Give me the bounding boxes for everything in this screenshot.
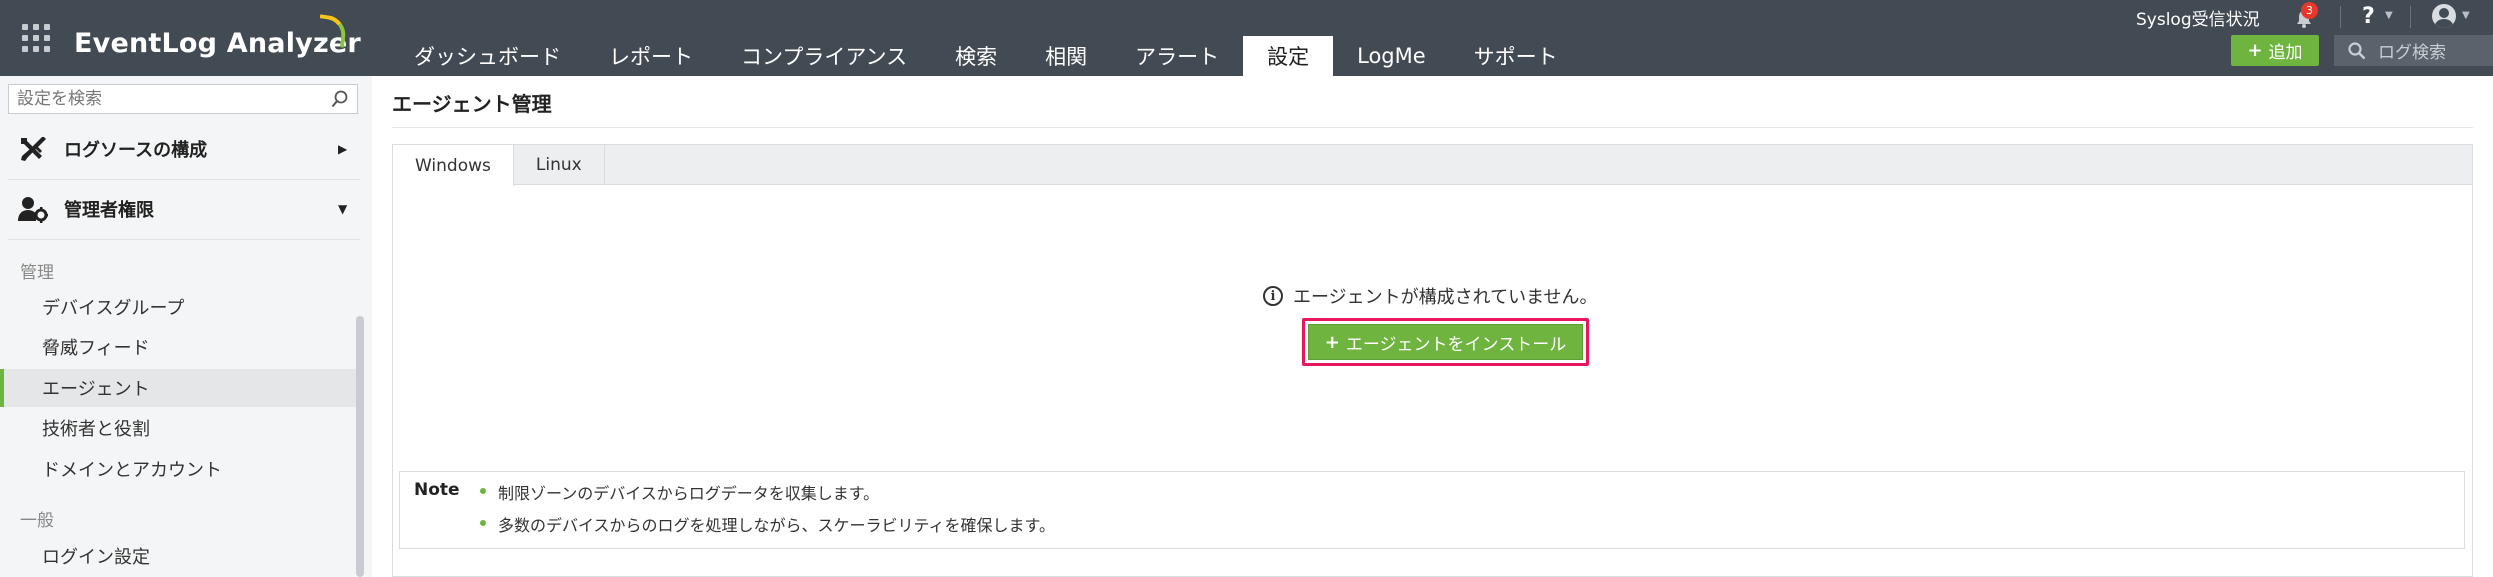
bullet-icon — [480, 488, 486, 494]
sidebar-item-domains-accounts[interactable]: ドメインとアカウント — [0, 450, 360, 488]
sidebar-section-log-sources[interactable]: ログソースの構成 ▶ — [0, 120, 360, 178]
add-button[interactable]: + 追加 — [2231, 35, 2319, 66]
settings-search-input[interactable] — [17, 89, 317, 109]
note-title: Note — [414, 480, 460, 500]
sidebar-item-technicians-roles[interactable]: 技術者と役割 — [0, 409, 360, 447]
empty-state-message: i エージェントが構成されていません。 — [1263, 283, 1598, 309]
search-icon[interactable] — [331, 90, 349, 108]
sidebar-item-login-settings[interactable]: ログイン設定 — [0, 537, 360, 575]
admin-gear-icon — [18, 197, 48, 223]
list-item: 多数のデバイスからのログを処理しながら、スケーラビリティを確保します。 — [480, 512, 1055, 544]
sidebar-section-label: 管理者権限 — [64, 200, 154, 221]
list-item: 制限ゾーンのデバイスからログデータを収集します。 — [480, 480, 1055, 512]
plus-icon: + — [2247, 40, 2263, 61]
divider — [8, 239, 360, 240]
main-nav: ダッシュボード レポート コンプライアンス 検索 相関 アラート 設定 LogM… — [390, 36, 1582, 76]
nav-tab-support[interactable]: サポート — [1450, 36, 1582, 76]
empty-state-text: エージェントが構成されていません。 — [1293, 287, 1598, 308]
os-tabs: Windows Linux — [393, 145, 2472, 186]
note-list: 制限ゾーンのデバイスからログデータを収集します。 多数のデバイスからのログを処理… — [480, 480, 1055, 544]
sidebar-item-device-groups[interactable]: デバイスグループ — [0, 288, 360, 326]
tab-windows[interactable]: Windows — [393, 145, 514, 186]
nav-tab-reports[interactable]: レポート — [585, 36, 717, 76]
sidebar-section-label: ログソースの構成 — [64, 140, 208, 161]
divider — [2410, 6, 2411, 28]
nav-tab-alerts[interactable]: アラート — [1111, 36, 1243, 76]
sidebar-group-general: 一般 — [20, 511, 54, 531]
log-search-label: ログ検索 — [2378, 43, 2446, 63]
tab-linux[interactable]: Linux — [514, 145, 605, 185]
syslog-status-link[interactable]: Syslog受信状況 — [2136, 5, 2260, 30]
install-agent-label: エージェントをインストール — [1345, 334, 1567, 355]
sidebar-group-manage: 管理 — [20, 263, 54, 283]
nav-tab-search[interactable]: 検索 — [931, 36, 1021, 76]
app-grid-icon[interactable] — [22, 24, 50, 52]
sidebar-section-admin[interactable]: 管理者権限 ▼ — [0, 180, 360, 238]
sidebar-item-agents[interactable]: エージェント — [0, 369, 360, 407]
nav-tab-settings[interactable]: 設定 — [1243, 36, 1334, 76]
notification-badge: 3 — [2301, 2, 2318, 19]
sidebar-item-threat-feeds[interactable]: 脅威フィード — [0, 328, 360, 366]
divider — [2340, 6, 2341, 28]
nav-tab-dashboard[interactable]: ダッシュボード — [390, 36, 585, 76]
brand-swoosh-icon — [316, 14, 348, 48]
sidebar-scrollbar[interactable] — [356, 316, 364, 577]
page-title: エージェント管理 — [392, 92, 552, 116]
install-button-highlight: + エージェントをインストール — [1302, 318, 1589, 366]
chevron-down-icon: ▼ — [2385, 10, 2393, 21]
top-bar: EventLog Analyzer ダッシュボード レポート コンプライアンス … — [0, 0, 2493, 76]
plus-icon: + — [1324, 331, 1340, 353]
chevron-down-icon: ▼ — [2462, 10, 2470, 21]
bullet-icon — [480, 520, 486, 526]
nav-tab-logme[interactable]: LogMe — [1333, 36, 1450, 76]
tools-icon — [21, 137, 46, 161]
nav-tab-correlation[interactable]: 相関 — [1021, 36, 1111, 76]
agent-panel: Windows Linux i エージェントが構成されていません。 + エージェ… — [392, 144, 2473, 577]
info-icon: i — [1263, 286, 1283, 306]
divider — [392, 127, 2473, 128]
settings-search-box — [8, 84, 358, 114]
note-text: 制限ゾーンのデバイスからログデータを収集します。 — [498, 484, 880, 503]
install-agent-button[interactable]: + エージェントをインストール — [1308, 324, 1583, 360]
note-text: 多数のデバイスからのログを処理しながら、スケーラビリティを確保します。 — [498, 516, 1055, 535]
nav-tab-compliance[interactable]: コンプライアンス — [717, 36, 931, 76]
sidebar: ログソースの構成 ▶ 管理者権限 ▼ 管理 デバイスグループ 脅威フィード エー… — [0, 76, 372, 577]
log-search-button[interactable]: ログ検索 — [2334, 35, 2493, 66]
user-avatar-icon[interactable] — [2432, 4, 2456, 28]
add-button-label: 追加 — [2268, 43, 2303, 63]
chevron-down-icon: ▼ — [338, 202, 348, 216]
chevron-right-icon: ▶ — [338, 142, 348, 156]
note-box: Note 制限ゾーンのデバイスからログデータを収集します。 多数のデバイスからの… — [399, 471, 2465, 549]
help-icon[interactable]: ? — [2362, 4, 2375, 29]
search-icon — [2348, 41, 2366, 59]
